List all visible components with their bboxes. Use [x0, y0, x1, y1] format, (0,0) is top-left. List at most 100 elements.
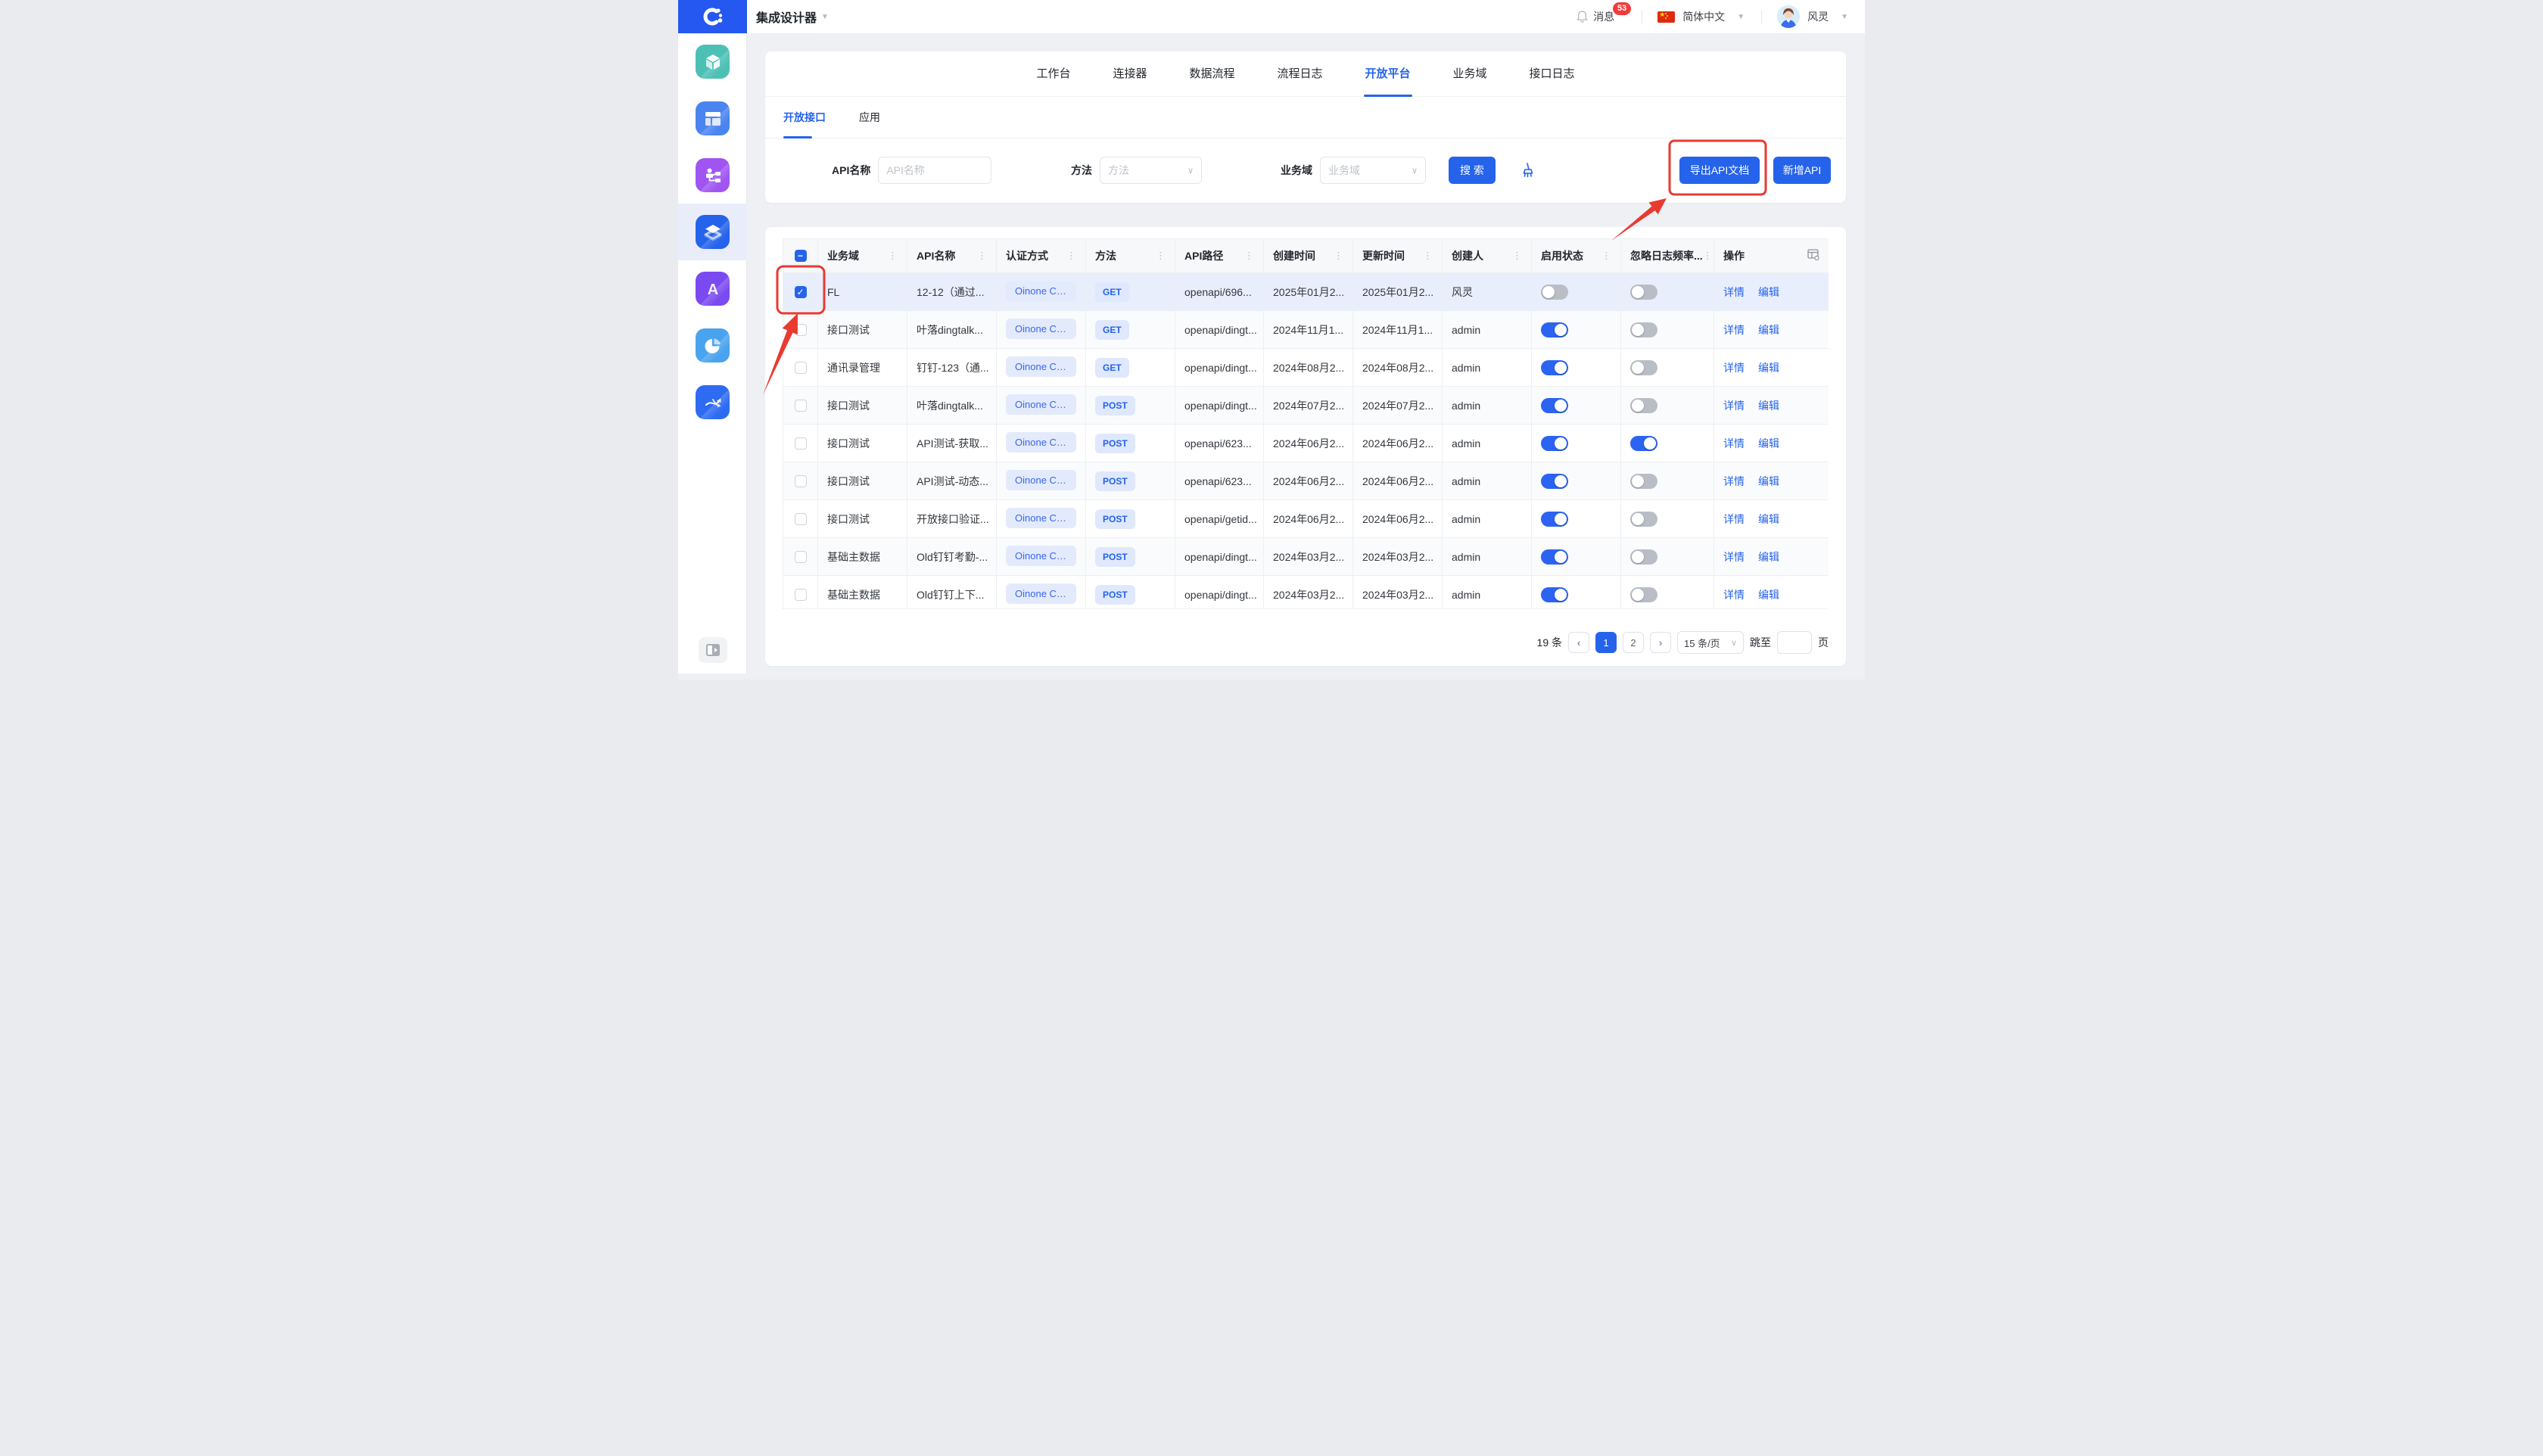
- subtab-1[interactable]: 应用: [859, 97, 880, 138]
- jump-page-input[interactable]: [1777, 631, 1812, 654]
- api-name-input[interactable]: [878, 157, 991, 184]
- column-settings-icon[interactable]: [1807, 249, 1819, 263]
- row-checkbox[interactable]: [795, 589, 807, 601]
- column-menu-icon[interactable]: ⋮: [1156, 250, 1166, 262]
- ignore-log-toggle[interactable]: [1630, 512, 1657, 527]
- enabled-toggle[interactable]: [1541, 587, 1568, 602]
- cell-created: 2024年11月1...: [1264, 311, 1353, 349]
- broom-icon: [1518, 162, 1535, 179]
- ignore-log-toggle[interactable]: [1630, 474, 1657, 489]
- ignore-log-toggle[interactable]: [1630, 549, 1657, 565]
- enabled-toggle[interactable]: [1541, 398, 1568, 413]
- sidebar-item-pie-app[interactable]: [678, 317, 747, 374]
- edit-link[interactable]: 编辑: [1758, 400, 1779, 412]
- row-checkbox[interactable]: [795, 437, 807, 450]
- tab-4[interactable]: 开放平台: [1365, 51, 1411, 97]
- user-avatar[interactable]: [1777, 5, 1800, 28]
- subtab-0[interactable]: 开放接口: [783, 97, 826, 138]
- method-select[interactable]: 方法∨: [1100, 157, 1202, 184]
- column-menu-icon[interactable]: ⋮: [1244, 250, 1254, 262]
- column-menu-icon[interactable]: ⋮: [1512, 250, 1522, 262]
- tab-5[interactable]: 业务域: [1453, 51, 1487, 97]
- sidebar-item-shuffle-app[interactable]: [678, 374, 747, 431]
- sidebar-item-layers-app[interactable]: [678, 204, 747, 260]
- page-button-2[interactable]: 2: [1623, 632, 1644, 653]
- edit-link[interactable]: 编辑: [1758, 513, 1779, 525]
- detail-link[interactable]: 详情: [1723, 324, 1745, 336]
- app-logo[interactable]: [678, 0, 747, 33]
- detail-link[interactable]: 详情: [1723, 286, 1745, 298]
- ignore-log-toggle[interactable]: [1630, 436, 1657, 451]
- sidebar-item-layout-app[interactable]: [678, 90, 747, 147]
- detail-link[interactable]: 详情: [1723, 400, 1745, 412]
- edit-link[interactable]: 编辑: [1758, 437, 1779, 450]
- sidebar-item-cube-app[interactable]: [678, 33, 747, 90]
- tab-2[interactable]: 数据流程: [1189, 51, 1234, 97]
- edit-link[interactable]: 编辑: [1758, 362, 1779, 374]
- ignore-log-toggle[interactable]: [1630, 360, 1657, 375]
- row-checkbox[interactable]: [795, 551, 807, 563]
- detail-link[interactable]: 详情: [1723, 513, 1745, 525]
- sidebar-item-ai-app[interactable]: A: [678, 260, 747, 317]
- page-size-select[interactable]: 15 条/页∨: [1677, 631, 1744, 654]
- language-caret-icon[interactable]: ▼: [1737, 13, 1745, 21]
- enabled-toggle[interactable]: [1541, 474, 1568, 489]
- detail-link[interactable]: 详情: [1723, 437, 1745, 450]
- column-menu-icon[interactable]: ⋮: [1601, 250, 1611, 262]
- user-caret-icon[interactable]: ▼: [1841, 13, 1848, 21]
- row-checkbox[interactable]: [795, 513, 807, 525]
- ignore-log-toggle[interactable]: [1630, 322, 1657, 338]
- enabled-toggle[interactable]: [1541, 360, 1568, 375]
- sidebar-collapse-button[interactable]: [699, 637, 727, 663]
- tab-1[interactable]: 连接器: [1113, 51, 1147, 97]
- next-page-button[interactable]: ›: [1650, 632, 1671, 653]
- app-title[interactable]: 集成设计器: [756, 8, 817, 26]
- enabled-toggle[interactable]: [1541, 285, 1568, 300]
- enabled-toggle[interactable]: [1541, 512, 1568, 527]
- select-all-checkbox[interactable]: −: [795, 250, 807, 262]
- export-api-doc-button[interactable]: 导出API文档: [1679, 157, 1760, 184]
- column-menu-icon[interactable]: ⋮: [977, 250, 987, 262]
- detail-link[interactable]: 详情: [1723, 475, 1745, 487]
- row-checkbox[interactable]: [795, 324, 807, 336]
- column-menu-icon[interactable]: ⋮: [1423, 250, 1433, 262]
- app-title-caret-icon[interactable]: ▼: [821, 13, 829, 21]
- ignore-log-toggle[interactable]: [1630, 398, 1657, 413]
- cell-creator: admin: [1443, 387, 1532, 425]
- add-api-button[interactable]: 新增API: [1773, 157, 1831, 184]
- row-checkbox[interactable]: ✓: [795, 286, 807, 298]
- tab-6[interactable]: 接口日志: [1530, 51, 1575, 97]
- edit-link[interactable]: 编辑: [1758, 551, 1779, 563]
- tab-0[interactable]: 工作台: [1036, 51, 1070, 97]
- row-checkbox[interactable]: [795, 362, 807, 374]
- column-menu-icon[interactable]: ⋮: [888, 250, 898, 262]
- prev-page-button[interactable]: ‹: [1568, 632, 1589, 653]
- username[interactable]: 风灵: [1807, 9, 1829, 24]
- detail-link[interactable]: 详情: [1723, 551, 1745, 563]
- column-menu-icon[interactable]: ⋮: [1334, 250, 1343, 262]
- cell-creator: admin: [1443, 500, 1532, 538]
- sidebar-item-orgflow-app[interactable]: [678, 147, 747, 204]
- edit-link[interactable]: 编辑: [1758, 475, 1779, 487]
- tab-3[interactable]: 流程日志: [1277, 51, 1322, 97]
- column-menu-icon[interactable]: ⋮: [1703, 250, 1713, 262]
- domain-select[interactable]: 业务域∨: [1320, 157, 1426, 184]
- detail-link[interactable]: 详情: [1723, 362, 1745, 374]
- edit-link[interactable]: 编辑: [1758, 589, 1779, 601]
- enabled-toggle[interactable]: [1541, 322, 1568, 338]
- row-checkbox[interactable]: [795, 475, 807, 487]
- ignore-log-toggle[interactable]: [1630, 587, 1657, 602]
- page-button-1[interactable]: 1: [1595, 632, 1617, 653]
- column-menu-icon[interactable]: ⋮: [1066, 250, 1076, 262]
- detail-link[interactable]: 详情: [1723, 589, 1745, 601]
- enabled-toggle[interactable]: [1541, 436, 1568, 451]
- edit-link[interactable]: 编辑: [1758, 324, 1779, 336]
- edit-link[interactable]: 编辑: [1758, 286, 1779, 298]
- search-button[interactable]: 搜 索: [1449, 157, 1496, 184]
- messages-button[interactable]: 消息 53: [1576, 9, 1614, 24]
- enabled-toggle[interactable]: [1541, 549, 1568, 565]
- row-checkbox[interactable]: [795, 400, 807, 412]
- clear-filters-button[interactable]: [1518, 162, 1535, 179]
- ignore-log-toggle[interactable]: [1630, 285, 1657, 300]
- language-selector[interactable]: 简体中文: [1682, 9, 1725, 24]
